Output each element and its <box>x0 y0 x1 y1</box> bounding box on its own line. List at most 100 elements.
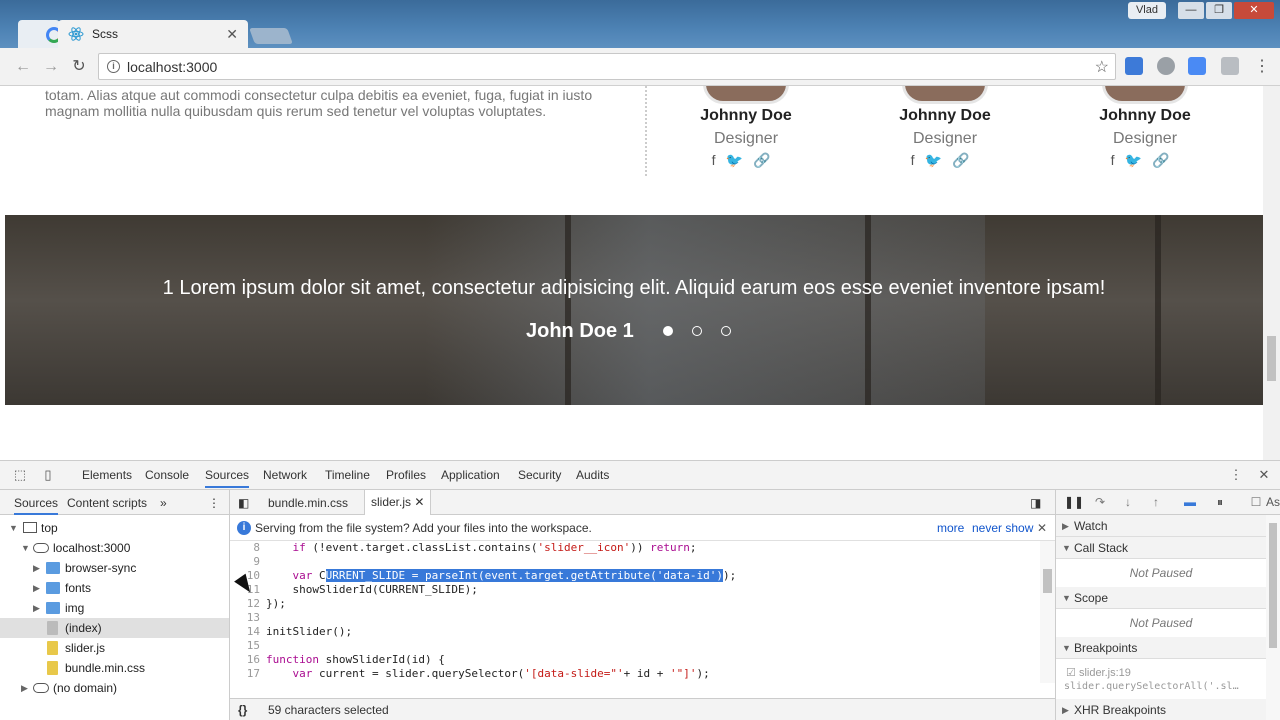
breakpoint-location: slider.js:19 <box>1078 667 1131 679</box>
js-file-icon <box>47 641 58 655</box>
tab-sources[interactable]: Sources <box>205 468 250 488</box>
toggle-debugger-icon[interactable]: ◨ <box>1030 496 1041 510</box>
editor-tab-slider-js[interactable]: slider.js ✕ <box>364 490 432 515</box>
maximize-button[interactable]: ❐ <box>1206 2 1232 19</box>
step-into-icon[interactable]: ↓ <box>1120 495 1136 511</box>
more-subtabs-icon[interactable]: » <box>160 496 167 510</box>
forward-icon[interactable]: → <box>40 56 62 78</box>
pretty-print-icon[interactable]: {} <box>238 699 247 720</box>
code-scrollbar-thumb[interactable] <box>1043 569 1052 593</box>
profile-badge[interactable]: Vlad <box>1127 2 1166 19</box>
tree-item-file[interactable]: bundle.min.css <box>0 658 229 678</box>
section-breakpoints[interactable]: ▼ Breakpoints <box>1056 637 1266 659</box>
link-icon[interactable]: 🔗 <box>1152 152 1179 168</box>
devtools-menu-icon[interactable]: ⋮ <box>1228 467 1244 483</box>
back-icon[interactable]: ← <box>12 56 34 78</box>
expanded-arrow-icon: ▼ <box>9 523 18 533</box>
twitter-icon[interactable]: 🐦 <box>1125 152 1152 168</box>
close-window-button[interactable]: ✕ <box>1234 2 1274 19</box>
minimize-button[interactable]: — <box>1178 2 1204 19</box>
navigator-subtabs: Sources Content scripts » ⋮ <box>0 490 229 515</box>
globe-extension-icon[interactable] <box>1157 57 1175 75</box>
menu-kebab-icon[interactable]: ⋮ <box>1251 56 1273 78</box>
tab-network[interactable]: Network <box>263 468 307 482</box>
close-editor-tab-icon[interactable]: ✕ <box>414 495 424 509</box>
tab-audits[interactable]: Audits <box>576 468 609 482</box>
pause-on-exceptions-icon[interactable]: ⏸ <box>1212 495 1228 511</box>
tree-item-folder[interactable]: ▶ browser-sync <box>0 558 229 578</box>
slider-dot-2[interactable] <box>692 326 702 336</box>
subtab-sources[interactable]: Sources <box>14 496 59 515</box>
section-scope[interactable]: ▼ Scope <box>1056 587 1266 609</box>
tab-elements[interactable]: Elements <box>82 468 132 482</box>
url-text[interactable]: localhost:3000 <box>127 59 217 75</box>
slider-dot-3[interactable] <box>721 326 731 336</box>
tab-google[interactable] <box>18 20 62 48</box>
reload-icon[interactable]: ↻ <box>68 56 90 78</box>
breakpoint-code: slider.querySelectorAll('.sl… <box>1064 681 1239 692</box>
tree-item-folder[interactable]: ▶ fonts <box>0 578 229 598</box>
tab-application[interactable]: Application <box>441 468 500 482</box>
tab-scss[interactable]: Scss ✕ <box>58 20 248 48</box>
tab-profiles[interactable]: Profiles <box>386 468 426 482</box>
selected-text: URRENT_SLIDE = parseInt(event.target.get… <box>325 569 723 582</box>
twitter-icon[interactable]: 🐦 <box>726 152 753 168</box>
breakpoint-checkbox[interactable]: ☑ <box>1066 667 1076 679</box>
tree-item-file[interactable]: slider.js <box>0 638 229 658</box>
page-scrollbar-thumb[interactable] <box>1267 336 1276 381</box>
new-tab-button[interactable] <box>249 28 293 44</box>
subtab-content-scripts[interactable]: Content scripts <box>67 496 147 510</box>
twitter-icon[interactable]: 🐦 <box>925 152 952 168</box>
facebook-icon[interactable]: f <box>911 152 925 168</box>
section-call-stack[interactable]: ▼ Call Stack <box>1056 537 1266 559</box>
close-devtools-icon[interactable]: ✕ <box>1256 467 1272 483</box>
code-area[interactable]: 8 if (!event.target.classList.contains('… <box>230 541 1040 683</box>
tab-console[interactable]: Console <box>145 468 189 482</box>
close-tab-icon[interactable]: ✕ <box>226 26 238 43</box>
device-toolbar-icon[interactable]: ▯ <box>40 467 56 483</box>
more-link[interactable]: more <box>937 515 964 541</box>
pause-icon[interactable]: ❚❚ <box>1064 495 1084 511</box>
link-icon[interactable]: 🔗 <box>753 152 780 168</box>
close-infobar-icon[interactable]: ✕ <box>1037 515 1047 541</box>
address-bar[interactable]: i localhost:3000 ☆ <box>98 53 1116 80</box>
info-icon[interactable]: i <box>107 60 120 73</box>
tree-item-no-domain[interactable]: ▶ (no domain) <box>0 678 229 698</box>
section-watch[interactable]: ▶ Watch <box>1056 515 1266 537</box>
facebook-icon[interactable]: f <box>1111 152 1125 168</box>
step-over-icon[interactable]: ↷ <box>1092 495 1108 511</box>
download-extension-icon[interactable] <box>1125 57 1143 75</box>
editor-tab-bundle-css[interactable]: bundle.min.css <box>268 496 348 510</box>
tab-security[interactable]: Security <box>518 468 561 482</box>
bookmark-star-icon[interactable]: ☆ <box>1095 57 1109 77</box>
step-out-icon[interactable]: ↑ <box>1148 495 1164 511</box>
toggle-navigator-icon[interactable]: ◧ <box>238 496 249 510</box>
page-scrollbar[interactable] <box>1263 86 1280 460</box>
deactivate-breakpoints-icon[interactable]: ▬ <box>1182 495 1198 511</box>
section-xhr-breakpoints[interactable]: ▶ XHR Breakpoints <box>1056 699 1266 720</box>
translate-extension-icon[interactable] <box>1188 57 1206 75</box>
link-icon[interactable]: 🔗 <box>952 152 979 168</box>
sidebar-scrollbar[interactable] <box>1266 515 1280 720</box>
tree-item-host[interactable]: ▼ localhost:3000 <box>0 538 229 558</box>
sidebar-scrollbar-thumb[interactable] <box>1269 523 1277 648</box>
tree-item-top[interactable]: ▼ top <box>0 518 229 538</box>
collapsed-arrow-icon: ▶ <box>1062 705 1069 715</box>
expanded-arrow-icon: ▼ <box>1062 543 1071 553</box>
tab-timeline[interactable]: Timeline <box>325 468 370 482</box>
inspect-element-icon[interactable]: ⬚ <box>12 467 28 483</box>
tree-item-folder[interactable]: ▶ img <box>0 598 229 618</box>
navigator-menu-icon[interactable]: ⋮ <box>208 496 220 510</box>
about-text: totam. Alias atque aut commodi consectet… <box>45 87 593 119</box>
slider-dot-1[interactable] <box>663 326 673 336</box>
never-show-link[interactable]: never show <box>972 515 1033 541</box>
slide-author: John Doe 1 <box>526 320 634 342</box>
async-checkbox[interactable]: ☐ <box>1248 495 1264 511</box>
tree-item-index[interactable]: (index) <box>0 618 229 638</box>
code-scrollbar[interactable] <box>1040 541 1055 683</box>
facebook-icon[interactable]: f <box>712 152 726 168</box>
breakpoint-item[interactable]: ☑ slider.js:19 <box>1066 666 1131 679</box>
tree-label: (index) <box>65 621 102 635</box>
puzzle-extension-icon[interactable] <box>1221 57 1239 75</box>
tree-label: fonts <box>65 581 92 595</box>
